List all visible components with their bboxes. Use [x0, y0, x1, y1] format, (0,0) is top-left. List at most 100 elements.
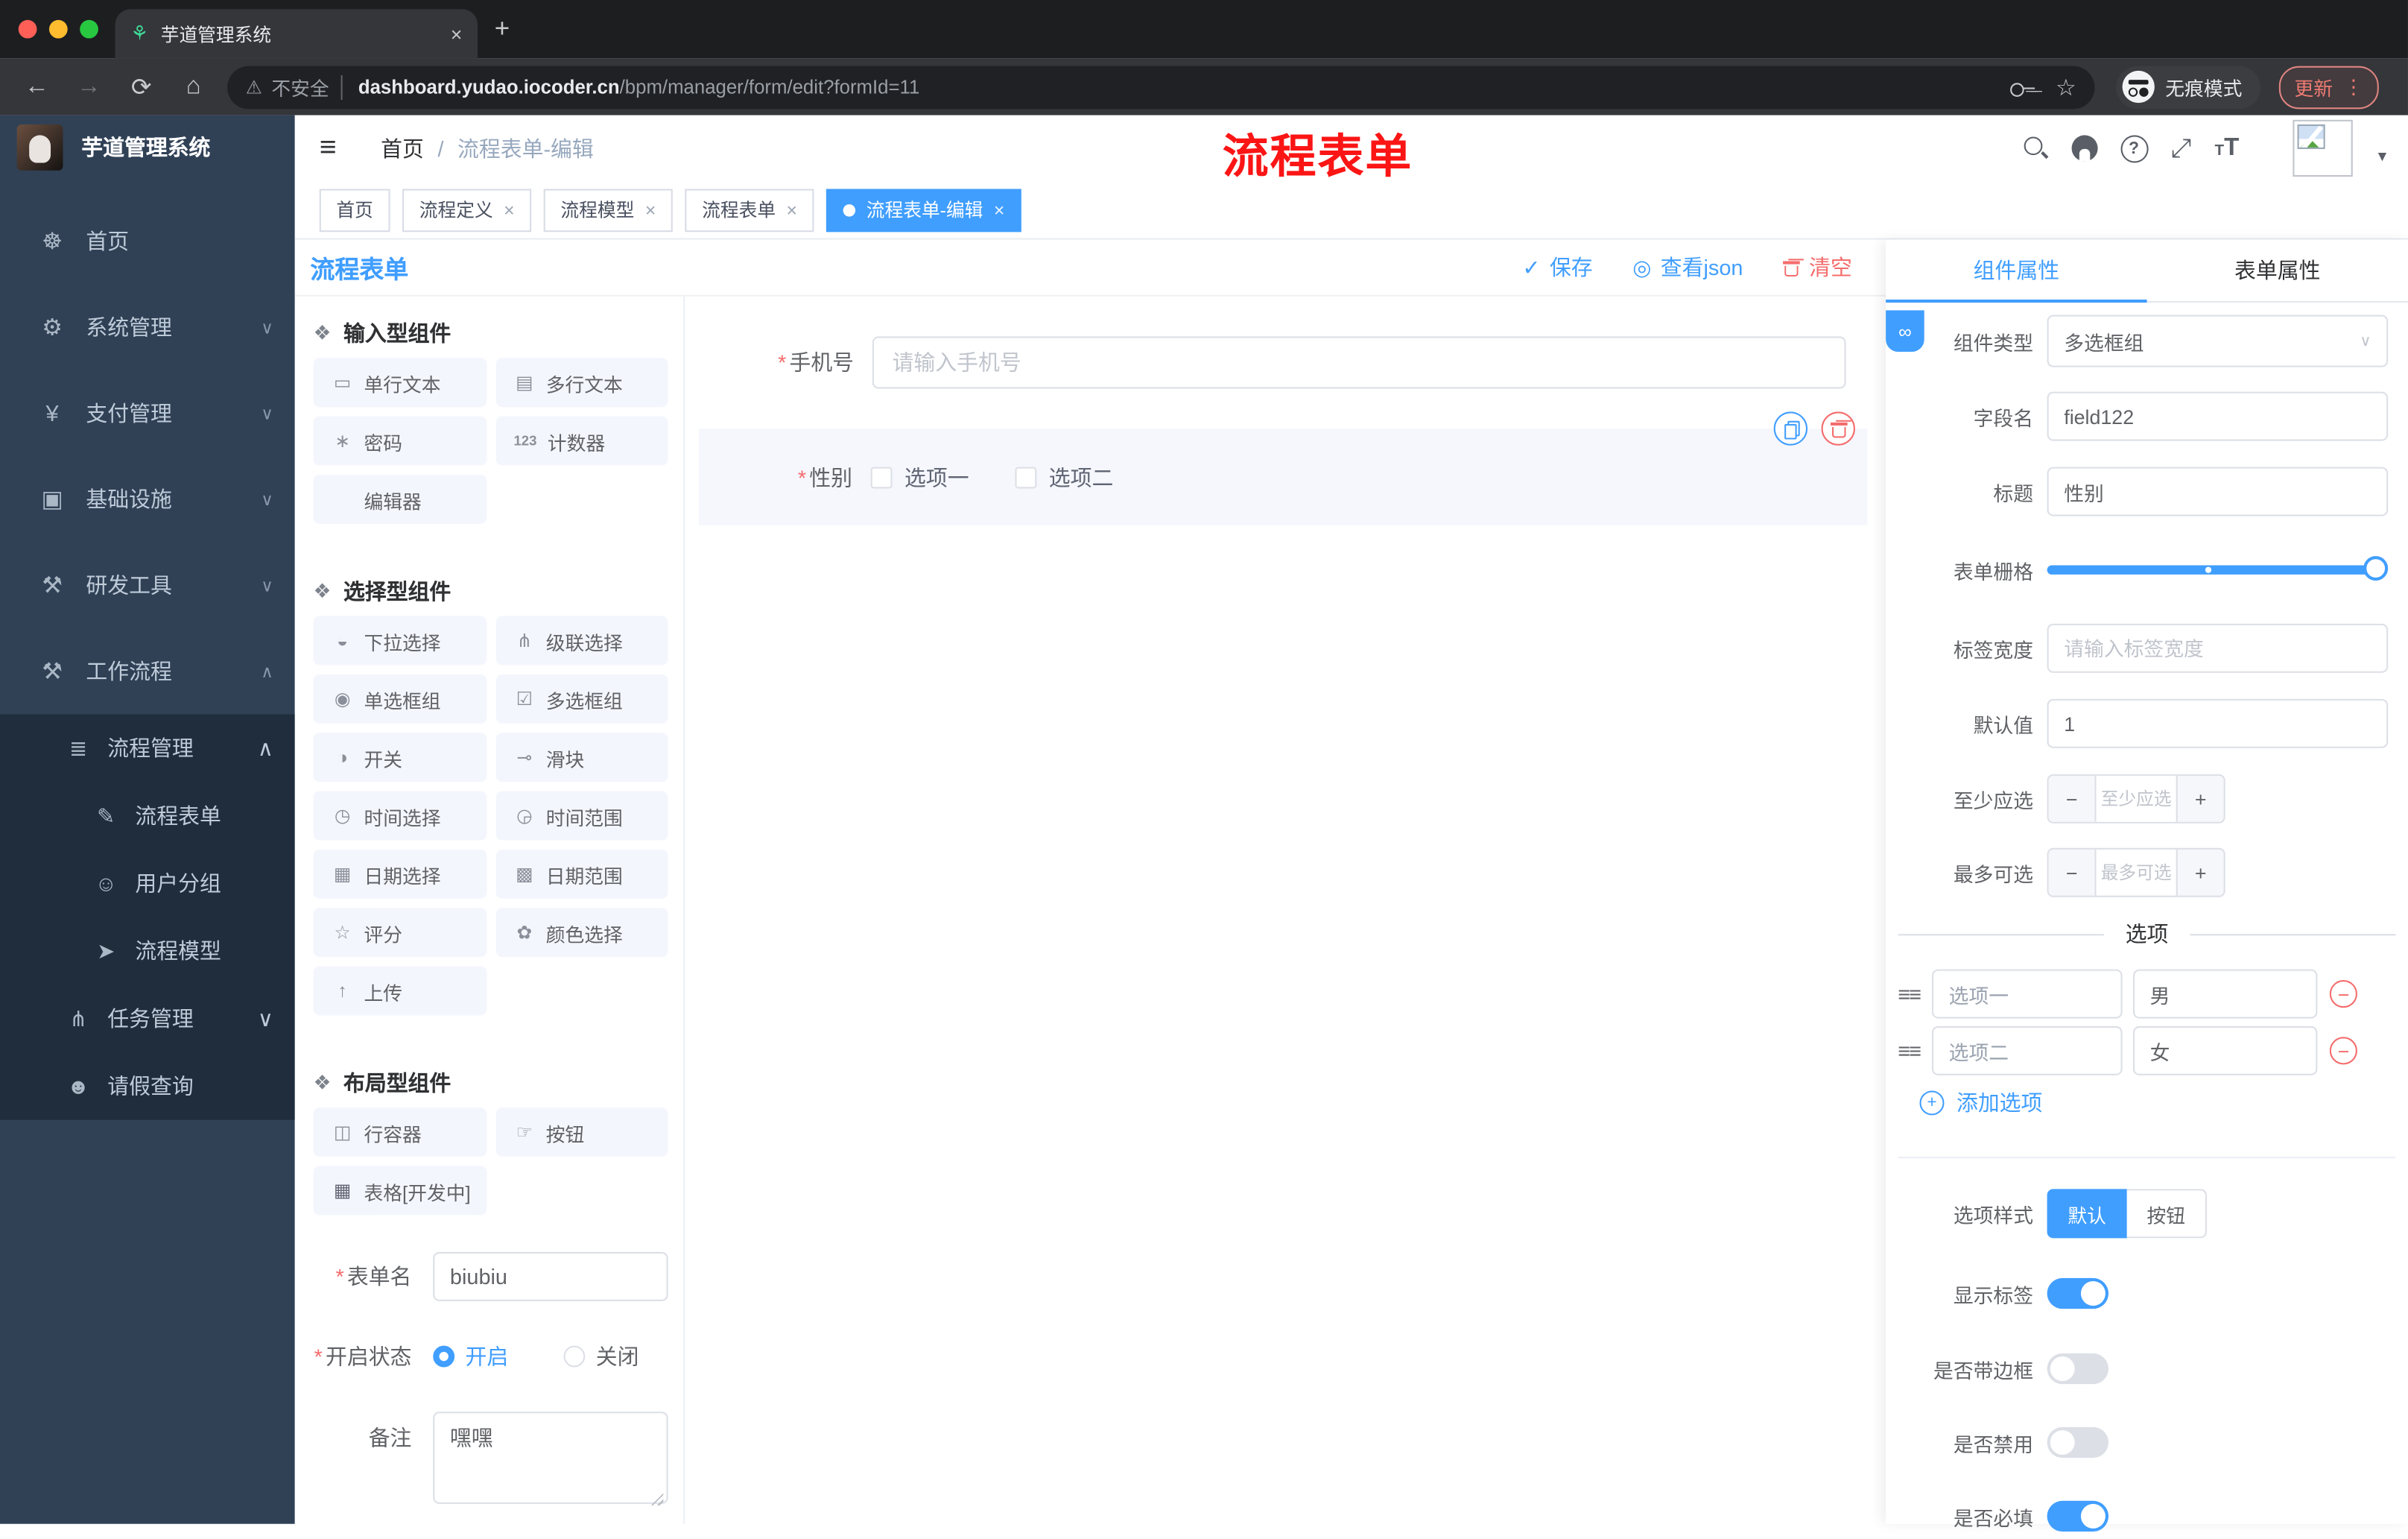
- gender-field-selected[interactable]: * 性别 选项一 选项二: [698, 411, 1868, 525]
- sidebar-item-system[interactable]: ⚙ 系统管理 ∨: [0, 284, 295, 370]
- slider-handle[interactable]: [2363, 556, 2389, 581]
- breadcrumb-home[interactable]: 首页: [381, 133, 424, 163]
- component-type-select[interactable]: 多选框组 ∨: [2047, 315, 2389, 367]
- component-multi-text[interactable]: ▤ 多行文本: [495, 358, 668, 408]
- component-rate[interactable]: ☆ 评分: [313, 908, 487, 958]
- component-dropdown[interactable]: ◒ 下拉选择: [313, 616, 487, 666]
- option-label-input[interactable]: [1931, 1026, 2123, 1075]
- password-key-icon[interactable]: [2009, 75, 2035, 99]
- browser-menu-icon[interactable]: ⋮: [2343, 75, 2363, 99]
- component-counter[interactable]: 123 计数器: [495, 416, 668, 466]
- new-tab-button[interactable]: +: [495, 16, 510, 42]
- tag-home[interactable]: 首页: [319, 188, 390, 232]
- maximize-window-button[interactable]: [80, 19, 98, 39]
- status-off-radio[interactable]: 关闭: [563, 1341, 639, 1371]
- component-date-picker[interactable]: ▦ 日期选择: [313, 849, 487, 899]
- tag-process-definition[interactable]: 流程定义 ×: [402, 188, 532, 232]
- font-size-icon[interactable]: TT: [2214, 134, 2239, 162]
- close-icon[interactable]: ×: [645, 199, 656, 221]
- home-icon[interactable]: ⌂: [178, 73, 209, 101]
- component-time-range[interactable]: ◶ 时间范围: [495, 791, 668, 841]
- decrement-button[interactable]: −: [2048, 775, 2097, 822]
- save-button[interactable]: ✓ 保存: [1522, 252, 1592, 282]
- sidebar-item-process-management[interactable]: ≣ 流程管理 ∧: [0, 714, 295, 782]
- clear-button[interactable]: 清空: [1783, 252, 1852, 282]
- update-button[interactable]: 更新 ⋮: [2278, 65, 2379, 109]
- component-editor[interactable]: 编辑器: [313, 474, 487, 524]
- sidebar-item-leave-query[interactable]: ☻ 请假查询: [0, 1052, 295, 1120]
- component-cascader[interactable]: ⋔ 级联选择: [495, 616, 668, 666]
- component-row-container[interactable]: ◫ 行容器: [313, 1107, 487, 1157]
- min-select-value[interactable]: 至少应选: [2096, 775, 2176, 822]
- sidebar-item-task-management[interactable]: ⋔ 任务管理 ∨: [0, 985, 295, 1052]
- add-option-button[interactable]: + 添加选项: [1919, 1087, 2042, 1118]
- sidebar-item-payment[interactable]: ¥ 支付管理 ∨: [0, 370, 295, 456]
- sidebar-item-process-form[interactable]: ✎ 流程表单: [0, 782, 295, 850]
- search-icon[interactable]: [2022, 135, 2048, 161]
- phone-field-row[interactable]: * 手机号: [685, 336, 1886, 389]
- status-on-radio[interactable]: 开启: [433, 1341, 508, 1371]
- component-date-range[interactable]: ▩ 日期范围: [495, 849, 668, 899]
- gender-option2-checkbox[interactable]: 选项二: [1015, 461, 1113, 492]
- component-radio-group[interactable]: ◉ 单选框组: [313, 674, 487, 724]
- tab-form-props[interactable]: 表单属性: [2147, 240, 2408, 301]
- increment-button[interactable]: +: [2176, 849, 2224, 896]
- close-icon[interactable]: ×: [504, 199, 514, 221]
- required-toggle[interactable]: [2047, 1500, 2109, 1532]
- border-toggle[interactable]: [2047, 1353, 2109, 1385]
- form-canvas[interactable]: *手机号 *性别 选项一 选项二: [685, 296, 1886, 1524]
- tab-component-props[interactable]: 组件属性: [1886, 240, 2146, 301]
- url-bar[interactable]: ⚠ 不安全 dashboard.yudao.iocoder.cn /bpm/ma…: [227, 65, 2095, 109]
- option-value-input[interactable]: [2133, 969, 2318, 1019]
- title-input[interactable]: [2047, 467, 2389, 516]
- increment-button[interactable]: +: [2176, 775, 2224, 822]
- component-table[interactable]: ▦ 表格[开发中]: [313, 1166, 487, 1216]
- option-value-input[interactable]: [2133, 1026, 2318, 1075]
- tag-process-form[interactable]: 流程表单 ×: [685, 188, 814, 232]
- view-json-button[interactable]: ◎ 查看json: [1632, 252, 1743, 282]
- component-color-picker[interactable]: ✿ 颜色选择: [495, 908, 668, 958]
- phone-input[interactable]: [872, 336, 1846, 389]
- sidebar-item-devtools[interactable]: ⚒ 研发工具 ∨: [0, 543, 295, 628]
- tag-process-model[interactable]: 流程模型 ×: [543, 188, 673, 232]
- close-window-button[interactable]: [18, 19, 37, 39]
- security-label[interactable]: 不安全: [271, 72, 329, 101]
- github-icon[interactable]: [2070, 135, 2097, 162]
- component-single-text[interactable]: ▭ 单行文本: [313, 358, 487, 408]
- remove-option-icon[interactable]: −: [2329, 980, 2357, 1008]
- form-name-input[interactable]: [433, 1251, 668, 1301]
- minimize-window-button[interactable]: [48, 19, 68, 39]
- sidebar-item-process-model[interactable]: ➤ 流程模型: [0, 917, 295, 985]
- component-switch[interactable]: ◑ 开关: [313, 733, 487, 783]
- component-time-picker[interactable]: ◷ 时间选择: [313, 791, 487, 841]
- component-upload[interactable]: ↑ 上传: [313, 966, 487, 1016]
- form-remark-textarea[interactable]: 嘿嘿: [433, 1412, 668, 1504]
- max-select-value[interactable]: 最多可选: [2096, 849, 2176, 896]
- component-checkbox-group[interactable]: ☑ 多选框组: [495, 674, 668, 724]
- back-icon[interactable]: ←: [22, 73, 52, 101]
- component-slider[interactable]: ⊸ 滑块: [495, 733, 668, 783]
- sidebar-item-infra[interactable]: ▣ 基础设施 ∨: [0, 456, 295, 542]
- label-width-input[interactable]: [2047, 623, 2389, 673]
- tab-close-icon[interactable]: ×: [451, 22, 463, 45]
- close-icon[interactable]: ×: [994, 199, 1004, 221]
- avatar-caret-icon[interactable]: ▾: [2378, 146, 2386, 166]
- help-icon[interactable]: ?: [2120, 134, 2148, 162]
- avatar[interactable]: [2293, 119, 2353, 177]
- disabled-toggle[interactable]: [2047, 1426, 2109, 1459]
- style-default-button[interactable]: 默认: [2047, 1189, 2127, 1239]
- decrement-button[interactable]: −: [2048, 849, 2097, 896]
- option-label-input[interactable]: [1931, 969, 2123, 1019]
- copy-component-button[interactable]: [1773, 411, 1808, 446]
- show-label-toggle[interactable]: [2047, 1277, 2109, 1309]
- component-button[interactable]: ☞ 按钮: [495, 1107, 668, 1157]
- fullscreen-icon[interactable]: ⤢: [2171, 133, 2192, 163]
- sidebar-collapse-icon[interactable]: ≡: [320, 131, 353, 165]
- bookmark-star-icon[interactable]: ☆: [2056, 73, 2076, 101]
- grid-slider[interactable]: [2047, 556, 2389, 581]
- gender-option1-checkbox[interactable]: 选项一: [870, 461, 969, 492]
- remove-option-icon[interactable]: −: [2329, 1037, 2357, 1065]
- window-controls[interactable]: [18, 19, 98, 39]
- drag-handle-icon[interactable]: ≡≡: [1886, 982, 1932, 1006]
- sidebar-item-user-group[interactable]: ☺ 用户分组: [0, 850, 295, 917]
